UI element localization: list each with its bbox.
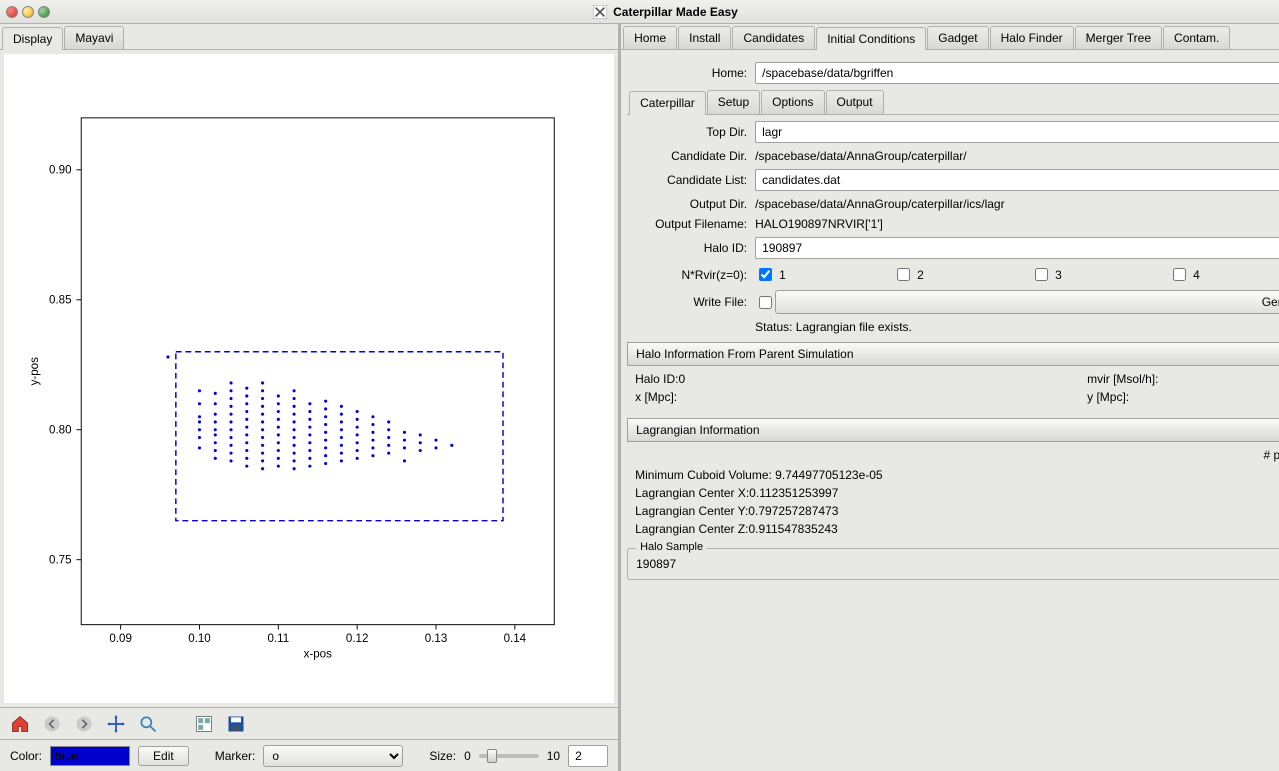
window-titlebar: Caterpillar Made Easy: [0, 0, 1279, 24]
lag-cz: Lagrangian Center Z:0.911547835243: [635, 522, 1279, 536]
plot-area: 0.09 0.10 0.11 0.12 0.13 0.14 0.75 0.80 0.85 0.90…: [4, 54, 614, 703]
subtab-caterpillar[interactable]: Caterpillar: [629, 91, 706, 115]
back-icon[interactable]: [42, 714, 62, 734]
svg-text:0.13: 0.13: [425, 633, 448, 645]
right-tabs: HomeInstallCandidatesInitial ConditionsG…: [621, 24, 1279, 50]
svg-text:0.85: 0.85: [49, 295, 72, 307]
halo-info-header: Halo Information From Parent Simulation: [627, 342, 1279, 366]
tab-display[interactable]: Display: [2, 27, 63, 50]
tab-install[interactable]: Install: [678, 26, 731, 49]
nrvir-checkboxes: 123456789: [755, 265, 1279, 284]
svg-text:0.12: 0.12: [346, 633, 369, 645]
candidate-dir-label: Candidate Dir.: [627, 149, 747, 163]
size-value-input[interactable]: [568, 745, 608, 767]
svg-text:0.11: 0.11: [267, 633, 289, 645]
svg-text:y-pos: y-pos: [29, 357, 41, 386]
subtab-options[interactable]: Options: [761, 90, 824, 114]
close-window-icon[interactable]: [6, 6, 18, 18]
output-dir-value: /spacebase/data/AnnaGroup/caterpillar/ic…: [755, 197, 1279, 211]
home-label: Home:: [627, 66, 747, 80]
minimize-window-icon[interactable]: [22, 6, 34, 18]
candidate-list-label: Candidate List:: [627, 173, 747, 187]
size-min-label: 0: [464, 749, 471, 763]
left-tabs: Display Mayavi: [0, 24, 618, 50]
window-title: Caterpillar Made Easy: [613, 5, 738, 19]
tab-mayavi[interactable]: Mayavi: [64, 26, 124, 49]
generate-button[interactable]: Generate/Plot Lagrangian Region(s): [775, 290, 1279, 314]
zoom-icon[interactable]: [138, 714, 158, 734]
home-icon[interactable]: [10, 714, 30, 734]
svg-text:0.90: 0.90: [49, 165, 72, 177]
y-info: y [Mpc]:: [1087, 390, 1279, 404]
svg-text:0.09: 0.09: [109, 633, 132, 645]
nrvir-check-4[interactable]: 4: [1169, 265, 1279, 284]
halo-id-label: Halo ID:: [627, 241, 747, 255]
particles-info: # particles: 1122: [1264, 448, 1279, 462]
marker-select[interactable]: o: [263, 745, 403, 767]
nrvir-label: N*Rvir(z=0):: [627, 268, 747, 282]
writefile-checkbox[interactable]: [759, 296, 772, 309]
top-dir-label: Top Dir.: [627, 125, 747, 139]
candidate-dir-value: /spacebase/data/AnnaGroup/caterpillar/: [755, 149, 1279, 163]
svg-text:0.10: 0.10: [188, 633, 211, 645]
forward-icon[interactable]: [74, 714, 94, 734]
lag-cy: Lagrangian Center Y:0.797257287473: [635, 504, 1279, 518]
pan-icon[interactable]: [106, 714, 126, 734]
maximize-window-icon[interactable]: [38, 6, 50, 18]
tab-contam-[interactable]: Contam.: [1163, 26, 1230, 49]
edit-color-button[interactable]: Edit: [138, 746, 189, 766]
output-dir-label: Output Dir.: [627, 197, 747, 211]
tab-merger-tree[interactable]: Merger Tree: [1075, 26, 1162, 49]
nrvir-check-2[interactable]: 2: [893, 265, 1013, 284]
x-info: x [Mpc]:: [635, 390, 1075, 404]
home-input[interactable]: [755, 62, 1279, 84]
size-max-label: 10: [547, 749, 560, 763]
color-swatch[interactable]: blue: [50, 746, 130, 766]
subtab-output[interactable]: Output: [826, 90, 884, 114]
nrvir-check-1[interactable]: 1: [755, 265, 875, 284]
writefile-label: Write File:: [627, 295, 747, 309]
subplots-icon[interactable]: [194, 714, 214, 734]
status-text: Status: Lagrangian file exists.: [755, 320, 912, 334]
color-label: Color:: [10, 749, 42, 763]
marker-label: Marker:: [215, 749, 256, 763]
tab-candidates[interactable]: Candidates: [732, 26, 815, 49]
min-cuboid-info: Minimum Cuboid Volume: 9.74497705123e-05: [635, 468, 883, 482]
save-icon[interactable]: [226, 714, 246, 734]
halo-id-info: Halo ID:0: [635, 372, 1075, 386]
lag-cx: Lagrangian Center X:0.112351253997: [635, 486, 1279, 500]
svg-text:x-pos: x-pos: [304, 648, 333, 660]
candidate-list-input[interactable]: [755, 169, 1279, 191]
output-filename-label: Output Filename:: [627, 217, 747, 231]
plot-toolbar: [0, 707, 618, 739]
top-dir-input[interactable]: [755, 121, 1279, 143]
x11-icon: [593, 5, 607, 19]
svg-text:0.14: 0.14: [504, 633, 527, 645]
halo-sample-fieldset: Halo Sample 190897 208737: [627, 548, 1279, 580]
svg-text:0.80: 0.80: [49, 425, 72, 437]
lagrangian-info-header: Lagrangian Information: [627, 418, 1279, 442]
tab-initial-conditions[interactable]: Initial Conditions: [816, 27, 926, 50]
nrvir-check-3[interactable]: 3: [1031, 265, 1151, 284]
sub-tabs: CaterpillarSetupOptionsOutput: [627, 90, 1279, 115]
plot-options-row: Color: blue Edit Marker: o Size: 0 10: [0, 739, 618, 771]
subtab-setup[interactable]: Setup: [707, 90, 760, 114]
size-label: Size:: [429, 749, 456, 763]
halo-sample-a: 190897: [636, 557, 1279, 571]
halo-id-input[interactable]: [755, 237, 1279, 259]
mvir-info: mvir [Msol/h]:: [1087, 372, 1279, 386]
tab-gadget[interactable]: Gadget: [927, 26, 988, 49]
svg-text:0.75: 0.75: [49, 555, 72, 567]
output-filename-value: HALO190897NRVIR['1']: [755, 217, 1279, 231]
tab-home[interactable]: Home: [623, 26, 677, 49]
halo-sample-legend: Halo Sample: [636, 541, 707, 553]
tab-halo-finder[interactable]: Halo Finder: [990, 26, 1074, 49]
size-slider[interactable]: [479, 754, 539, 758]
